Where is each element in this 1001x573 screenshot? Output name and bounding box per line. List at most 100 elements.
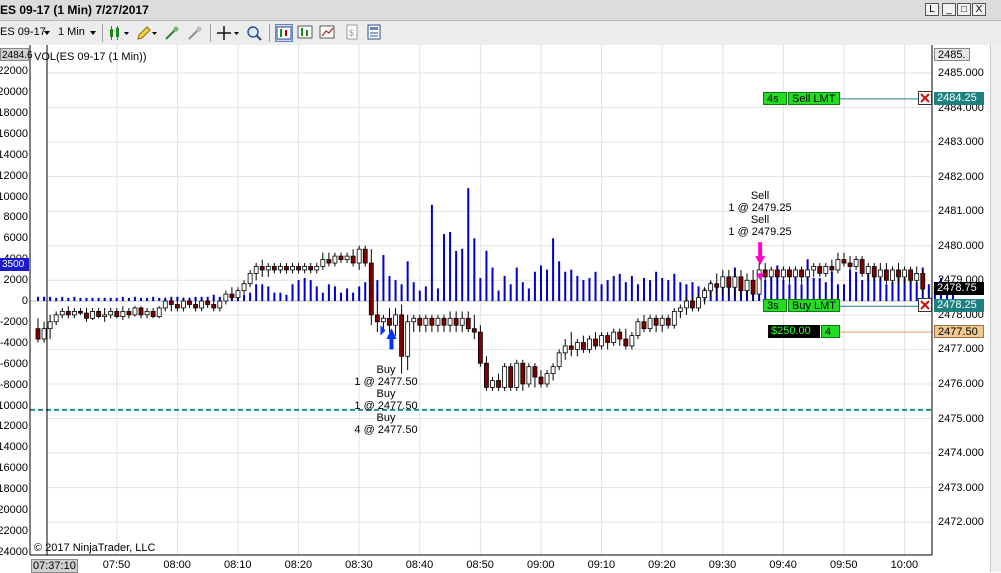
candle-body <box>920 272 926 290</box>
drawing-tool-button[interactable] <box>135 24 159 42</box>
interval-selector[interactable]: 1 Min <box>58 24 98 42</box>
time-tick-label: 09:10 <box>587 559 616 571</box>
properties-button[interactable] <box>319 24 337 42</box>
volume-bar <box>303 278 306 301</box>
candle-body <box>41 328 47 340</box>
candle-body <box>108 310 114 316</box>
candle-body <box>465 317 471 330</box>
candle-body <box>393 314 398 326</box>
candle-body <box>647 317 653 330</box>
candle-body <box>453 317 459 326</box>
candle-body <box>211 304 217 309</box>
candle-body <box>871 266 877 278</box>
candle-body <box>884 269 889 281</box>
execution-label: 1 @ 2477.50 <box>354 376 418 388</box>
volume-bar <box>885 284 888 301</box>
buy-limit-price-tag[interactable]: 2478.25 <box>934 299 984 312</box>
candle-body <box>405 321 411 357</box>
price-tick-label: 2476.000 <box>938 377 984 390</box>
candle-body <box>526 366 532 385</box>
candle-body <box>744 279 750 292</box>
candle-body <box>811 266 817 271</box>
volume-bar <box>861 280 864 301</box>
last-price-tag: 2478.75 <box>934 282 984 295</box>
buy-execution-labels: Buy 1 @ 2477.50 Buy 1 @ 2477.50 Buy 4 @ … <box>350 364 422 436</box>
candle-body <box>484 362 489 388</box>
volume-tick-label: -22000 <box>0 524 28 537</box>
volume-bar <box>667 280 670 301</box>
candle-body <box>623 338 629 347</box>
candle-body <box>750 279 756 295</box>
remove-indicator-button[interactable] <box>186 24 204 42</box>
data-box-button[interactable] <box>297 24 315 42</box>
volume-bar <box>576 275 579 301</box>
zoom-button[interactable] <box>245 24 263 42</box>
candle-body <box>490 380 495 388</box>
bar-type-button[interactable] <box>107 24 131 42</box>
volume-bar <box>449 232 452 301</box>
candle-body <box>356 248 362 264</box>
close-button[interactable]: X <box>972 3 986 16</box>
candle-body <box>720 276 726 288</box>
toolbar-separator <box>269 24 270 42</box>
cancel-buy-order-icon[interactable] <box>918 298 932 312</box>
minimize-button[interactable]: _ <box>942 3 956 16</box>
volume-bar <box>636 284 639 301</box>
candle-body <box>53 314 59 323</box>
volume-bar <box>321 292 324 301</box>
volume-bar <box>600 284 603 301</box>
volume-tick-label: -4000 <box>0 336 28 349</box>
volume-bar <box>406 261 409 301</box>
chart-trader-button[interactable] <box>275 24 293 42</box>
window-title: ES 09-17 (1 Min) 7/27/2017 <box>0 3 149 17</box>
candle-body <box>641 321 647 330</box>
candle-body <box>538 376 544 385</box>
candle-body <box>653 317 659 326</box>
candle-body <box>587 338 592 350</box>
templates-button[interactable]: $ <box>344 24 362 42</box>
buy-limit-time: 3s <box>763 299 787 312</box>
volume-bar <box>830 271 833 301</box>
candle-body <box>387 317 392 326</box>
svg-text:$: $ <box>349 28 354 38</box>
chart-area[interactable]: 2485.000 2484.000 2483.000 2482.000 2481.000… <box>0 45 1001 573</box>
candle-body <box>896 269 901 278</box>
left-price-tag: 2484.6 <box>0 48 33 61</box>
candle-body <box>138 307 144 316</box>
help-button[interactable]: L <box>925 3 939 16</box>
volume-bar <box>340 292 342 301</box>
candle-body <box>508 366 514 388</box>
vertical-scrollbar[interactable] <box>990 45 1001 572</box>
candle-body <box>296 266 301 271</box>
chart-canvas[interactable] <box>0 45 1001 572</box>
candle-body <box>714 283 720 288</box>
order-entry-button[interactable] <box>366 24 384 42</box>
candle-body <box>417 317 423 326</box>
crosshair-button[interactable] <box>215 24 241 42</box>
eraser-wand-icon <box>188 26 202 40</box>
volume-bar <box>812 278 815 301</box>
volume-bar <box>97 297 100 301</box>
candle-body <box>635 321 641 336</box>
sell-limit-price-tag[interactable]: 2484.25 <box>934 92 984 105</box>
volume-bar <box>61 296 64 301</box>
instrument-selector[interactable]: ES 09-17 <box>0 24 50 42</box>
candle-body <box>193 304 198 309</box>
maximize-button[interactable]: □ <box>957 3 971 16</box>
volume-bar <box>661 278 664 301</box>
time-tick-label: 07:50 <box>102 559 131 571</box>
candle-body <box>593 338 598 347</box>
add-indicator-button[interactable] <box>163 24 181 42</box>
volume-bar <box>140 297 143 301</box>
candle-body <box>696 297 701 309</box>
candle-body <box>150 310 156 317</box>
candle-body <box>102 314 108 317</box>
candle-body <box>859 259 865 274</box>
candle-body <box>65 310 71 316</box>
time-tick-label: 09:50 <box>829 559 858 571</box>
line-chart-icon <box>319 25 335 39</box>
copyright-label: © 2017 NinjaTrader, LLC <box>34 542 156 554</box>
cancel-sell-order-icon[interactable] <box>918 91 932 105</box>
volume-bar <box>127 297 130 301</box>
volume-bar <box>436 288 439 301</box>
